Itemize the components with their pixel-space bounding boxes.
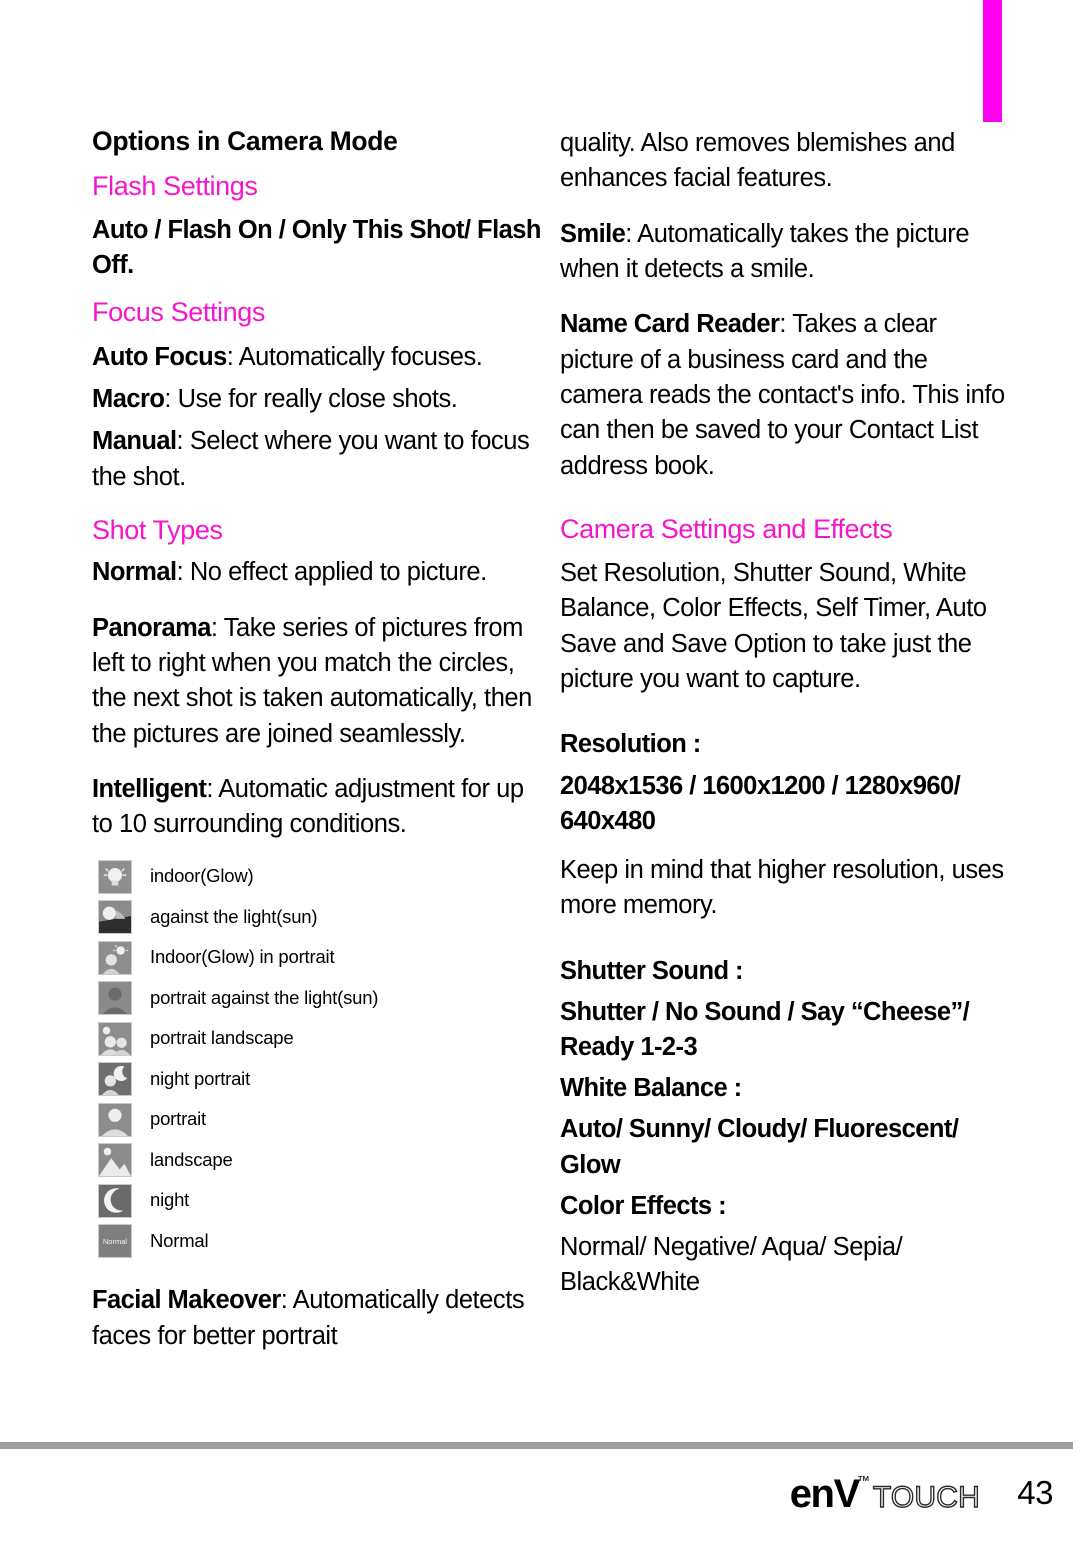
- feature-smile: Smile: Automatically takes the picture w…: [560, 217, 1015, 288]
- facial-makeover-continuation: quality. Also removes blemishes and enha…: [560, 129, 955, 193]
- list-item: portrait landscape: [98, 1018, 547, 1059]
- feature-sep-0: :: [625, 219, 638, 248]
- night-icon: [98, 1183, 132, 1218]
- feature-term-name-card-reader: Name Card Reader: [560, 310, 780, 339]
- landscape-icon: [98, 1143, 132, 1178]
- scene-label: Normal: [150, 1229, 209, 1251]
- heading-focus-settings: Focus Settings: [92, 297, 265, 328]
- night-portrait-icon: [98, 1062, 132, 1097]
- shutter-sound-label: Shutter Sound :: [560, 956, 744, 985]
- focus-desc-macro: Use for really close shots.: [177, 385, 458, 414]
- feature-term-smile: Smile: [560, 219, 626, 248]
- heading-shot-types: Shot Types: [92, 514, 223, 545]
- scene-label: night: [150, 1189, 190, 1211]
- focus-item-macro: Macro: Use for really close shots.: [92, 382, 547, 417]
- scene-mode-list: indoor(Glow) against the light(sun) Indo…: [98, 856, 547, 1261]
- svg-text:Normal: Normal: [103, 1237, 128, 1246]
- trademark-icon: ™: [856, 1473, 870, 1488]
- page-content: Options in Camera Mode Flash Settings Au…: [0, 0, 1080, 1440]
- list-item: Normal Normal: [98, 1221, 547, 1262]
- scene-label: portrait: [150, 1108, 206, 1130]
- shot-type-term-normal: Normal: [92, 558, 177, 587]
- shot-type-desc-normal: No effect applied to picture.: [189, 558, 487, 587]
- shot-type-term-intelligent: Intelligent: [92, 774, 207, 803]
- feature-sep-1: :: [779, 310, 793, 339]
- color-effects-label: Color Effects :: [560, 1191, 727, 1220]
- right-column: quality. Also removes blemishes and enha…: [560, 126, 1015, 1301]
- flash-options-text: Auto / Flash On / Only This Shot/ Flash …: [92, 216, 541, 280]
- shot-type-sep-1: :: [210, 613, 224, 642]
- resolution-note: Keep in mind that higher resolution, use…: [560, 855, 1004, 920]
- page-title: Options in Camera Mode: [92, 126, 398, 156]
- focus-item-auto-focus: Auto Focus: Automatically focuses.: [92, 340, 547, 375]
- focus-sep-2: :: [176, 427, 190, 456]
- list-item: indoor(Glow): [98, 856, 547, 897]
- facial-makeover-text: Facial Makeover: Automatically detects f…: [92, 1283, 547, 1354]
- white-balance-values: Auto/ Sunny/ Cloudy/ Fluorescent/ Glow: [560, 1115, 959, 1179]
- scene-label: night portrait: [150, 1067, 251, 1089]
- shot-type-term-panorama: Panorama: [92, 613, 211, 642]
- focus-term-manual: Manual: [92, 427, 177, 456]
- heading-flash-settings: Flash Settings: [92, 170, 258, 201]
- resolution-label: Resolution :: [560, 730, 701, 759]
- page-footer: enV ™ TOUCH 43: [0, 1468, 1080, 1528]
- brand-logo: enV ™ TOUCH: [789, 1472, 981, 1516]
- against-the-light-sun-icon: [98, 900, 132, 935]
- portrait-icon: [98, 1102, 132, 1137]
- focus-term-macro: Macro: [92, 385, 165, 414]
- list-item: night: [98, 1180, 547, 1221]
- resolution-values: 2048x1536 / 1600x1200 / 1280x960/ 640x48…: [560, 771, 961, 835]
- camera-settings-intro: Set Resolution, Shutter Sound, White Bal…: [560, 559, 987, 694]
- brand-logo-primary: enV: [789, 1472, 861, 1516]
- feature-name-card-reader: Name Card Reader: Takes a clear picture …: [560, 307, 1015, 484]
- list-item: night portrait: [98, 1059, 547, 1100]
- portrait-landscape-icon: [98, 1021, 132, 1056]
- scene-label: portrait against the light(sun): [150, 986, 379, 1008]
- heading-camera-settings-and-effects: Camera Settings and Effects: [560, 513, 893, 544]
- scene-label: landscape: [150, 1148, 233, 1170]
- scene-label: against the light(sun): [150, 905, 318, 927]
- brand-logo-secondary: TOUCH: [872, 1481, 980, 1514]
- shot-type-intelligent: Intelligent: Automatic adjustment for up…: [92, 772, 547, 843]
- white-balance-label: White Balance :: [560, 1074, 742, 1103]
- shutter-sound-values: Shutter / No Sound / Say “Cheese”/ Ready…: [560, 997, 970, 1061]
- shot-type-normal: Normal: No effect applied to picture.: [92, 555, 547, 590]
- color-effects-values: Normal/ Negative/ Aqua/ Sepia/ Black&Whi…: [560, 1232, 903, 1297]
- page-number: 43: [1017, 1474, 1053, 1511]
- list-item: against the light(sun): [98, 897, 547, 938]
- list-item: portrait against the light(sun): [98, 978, 547, 1019]
- shot-type-sep-2: :: [206, 774, 219, 803]
- shot-type-panorama: Panorama: Take series of pictures from l…: [92, 611, 547, 752]
- scene-label: indoor(Glow): [150, 865, 254, 887]
- focus-desc-auto-focus: Automatically focuses.: [238, 342, 483, 371]
- focus-sep-0: :: [226, 342, 239, 371]
- portrait-against-the-light-sun-icon: [98, 981, 132, 1016]
- focus-sep-1: :: [164, 385, 178, 414]
- facial-makeover-sep: :: [280, 1286, 293, 1315]
- focus-item-manual: Manual: Select where you want to focus t…: [92, 424, 547, 495]
- list-item: portrait: [98, 1099, 547, 1140]
- scene-label: Indoor(Glow) in portrait: [150, 946, 335, 968]
- list-item: landscape: [98, 1140, 547, 1181]
- list-item: Indoor(Glow) in portrait: [98, 937, 547, 978]
- shot-type-sep-0: :: [176, 558, 190, 587]
- left-column: Options in Camera Mode Flash Settings Au…: [92, 126, 547, 1354]
- facial-makeover-term: Facial Makeover: [92, 1286, 281, 1315]
- scene-label: portrait landscape: [150, 1027, 294, 1049]
- indoor-glow-portrait-icon: [98, 940, 132, 975]
- focus-term-auto-focus: Auto Focus: [92, 342, 227, 371]
- normal-scene-icon: Normal: [98, 1224, 132, 1259]
- indoor-glow-icon: [98, 859, 132, 894]
- footer-divider: [0, 1442, 1073, 1449]
